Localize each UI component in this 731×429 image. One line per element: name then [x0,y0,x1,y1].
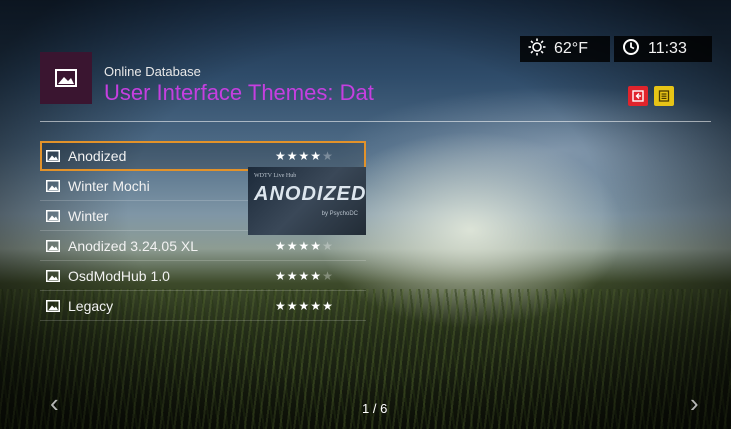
star-filled-icon: ★ [275,268,287,283]
star-filled-icon: ★ [310,148,323,163]
theme-name: Anodized 3.24.05 XL [68,237,198,254]
theme-name: Legacy [68,297,114,314]
theme-name: Winter [68,207,109,224]
theme-name: Anodized [68,147,127,164]
theme-name: Winter Mochi [68,177,150,194]
previous-page-arrow[interactable]: ‹ [50,388,59,419]
temperature-text: 62°F [554,40,588,57]
header-divider [40,121,711,122]
clock-indicator: 11:33 [614,36,712,62]
weather-indicator: 62°F [520,36,610,62]
star-filled-icon: ★ [286,238,299,253]
star-filled-icon: ★ [298,268,311,283]
star-filled-icon: ★ [286,148,299,163]
star-empty-icon: ★ [322,268,334,283]
image-icon [46,269,60,282]
theme-list-item[interactable]: Legacy ★★★★★ [40,291,366,321]
star-filled-icon: ★ [298,238,311,253]
image-icon [46,149,60,162]
theme-list-item[interactable]: Anodized 3.24.05 XL ★★★★★ [40,231,366,261]
list-icon [658,90,670,102]
star-empty-icon: ★ [322,148,334,163]
star-filled-icon: ★ [286,298,299,313]
page-title: User Interface Themes: Dat [104,80,374,105]
theme-list-item[interactable]: OsdModHub 1.0 ★★★★★ [40,261,366,291]
exit-button[interactable] [628,86,648,106]
star-rating: ★★★★★ [275,299,334,313]
preview-author: by PsychoDC [321,211,358,217]
preview-caption: WDTV Live Hub [254,173,297,179]
sun-icon [520,38,554,61]
exit-icon [632,90,644,102]
theme-preview-thumbnail: WDTV Live Hub ANODIZED by PsychoDC [248,167,366,235]
star-filled-icon: ★ [286,268,299,283]
star-filled-icon: ★ [275,238,287,253]
image-icon [46,179,60,192]
theme-name: OsdModHub 1.0 [68,267,170,284]
star-filled-icon: ★ [310,268,323,283]
star-filled-icon: ★ [275,148,287,163]
time-text: 11:33 [648,40,687,57]
star-filled-icon: ★ [298,298,311,313]
star-filled-icon: ★ [310,238,323,253]
star-filled-icon: ★ [322,298,334,313]
star-rating: ★★★★★ [275,149,334,163]
star-filled-icon: ★ [298,148,311,163]
image-icon [40,52,92,104]
theme-browser-screen: Online Database User Interface Themes: D… [0,0,731,429]
star-rating: ★★★★★ [275,239,334,253]
list-options-button[interactable] [654,86,674,106]
header-subtitle: Online Database [104,64,201,79]
preview-logo-text: ANODIZED [254,183,366,205]
image-icon [46,299,60,312]
star-filled-icon: ★ [275,298,287,313]
image-icon [46,239,60,252]
star-rating: ★★★★★ [275,269,334,283]
page-indicator: 1 / 6 [362,401,388,416]
next-page-arrow[interactable]: › [690,388,699,419]
star-empty-icon: ★ [322,238,334,253]
star-filled-icon: ★ [310,298,323,313]
clock-icon [614,38,648,61]
image-icon [46,209,60,222]
